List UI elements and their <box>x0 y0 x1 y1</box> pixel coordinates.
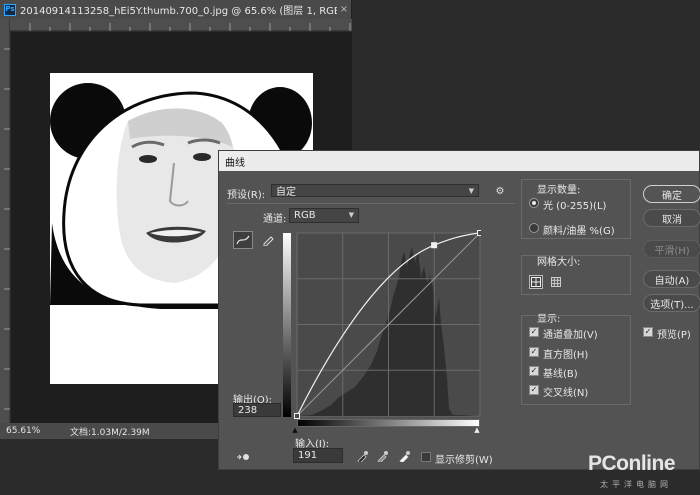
show-clipping-label: 显示修剪(W) <box>435 455 493 466</box>
white-eyedropper-icon[interactable] <box>397 449 411 463</box>
light-radio[interactable] <box>529 198 539 208</box>
intersection-line-checkbox[interactable]: ✓ <box>529 385 539 395</box>
input-gradient-bar <box>297 419 480 427</box>
output-field[interactable]: 238 <box>233 403 281 417</box>
channel-value: RGB <box>294 210 316 221</box>
grid-size-title: 网格大小: <box>537 257 581 268</box>
black-eyedropper-icon[interactable] <box>355 449 369 463</box>
curve-point[interactable] <box>294 413 300 419</box>
output-value: 238 <box>238 404 258 416</box>
white-point-slider[interactable]: ▲ <box>473 426 481 433</box>
curves-dialog: 曲线 预设(R): 自定 ▼ ⚙ 通道: RGB ▼ ▲ ▲ 输出(O): 23… <box>218 150 700 470</box>
pencil-icon[interactable] <box>259 231 277 249</box>
channel-label: 通道: <box>263 214 287 225</box>
black-point-slider[interactable]: ▲ <box>291 426 299 433</box>
channel-select[interactable]: RGB ▼ <box>289 208 359 223</box>
preset-value: 自定 <box>276 187 296 198</box>
channel-overlays-label: 通道叠加(V) <box>543 330 598 341</box>
gear-icon[interactable]: ⚙ <box>493 186 507 198</box>
simple-grid-icon[interactable] <box>529 275 543 289</box>
auto-button[interactable]: 自动(A) <box>643 270 700 288</box>
show-clipping-checkbox[interactable] <box>421 452 431 462</box>
vertical-ruler[interactable] <box>0 19 10 423</box>
close-icon[interactable]: × <box>337 4 351 15</box>
pconline-watermark: PConline <box>588 452 676 475</box>
pconline-watermark-subtitle: 太平洋电脑网 <box>600 480 672 489</box>
options-button[interactable]: 选项(T)... <box>643 294 700 312</box>
gray-eyedropper-icon[interactable] <box>375 449 389 463</box>
channel-overlays-checkbox[interactable]: ✓ <box>529 327 539 337</box>
detailed-grid-icon[interactable] <box>549 275 563 289</box>
targeted-adjustment-hand-icon[interactable] <box>235 451 251 463</box>
preset-select[interactable]: 自定 ▼ <box>271 184 479 198</box>
document-title: 20140914113258_hEi5Y.thumb.700_0.jpg @ 6… <box>20 6 337 17</box>
output-gradient-bar <box>283 233 291 417</box>
pigment-option-label: 颜料/油墨 %(G) <box>543 226 615 237</box>
curve-edit-tool-icon[interactable] <box>233 231 253 249</box>
baseline-label: 基线(B) <box>543 369 578 380</box>
curve-point[interactable] <box>477 230 482 236</box>
input-value: 191 <box>298 450 318 461</box>
photoshop-window: Ps 20140914113258_hEi5Y.thumb.700_0.jpg … <box>0 0 700 495</box>
curves-graph[interactable] <box>281 227 481 421</box>
photoshop-logo-icon: Ps <box>4 3 16 16</box>
show-title: 显示: <box>537 314 561 325</box>
chevron-down-icon: ▼ <box>348 211 354 219</box>
histogram-label: 直方图(H) <box>543 350 589 361</box>
preset-label: 预设(R): <box>227 190 266 201</box>
cancel-button[interactable]: 取消 <box>643 209 700 227</box>
dialog-title: 曲线 <box>225 157 245 169</box>
input-field[interactable]: 191 <box>293 448 343 463</box>
pigment-radio[interactable] <box>529 223 539 233</box>
dialog-titlebar[interactable]: 曲线 <box>219 151 699 171</box>
baseline-checkbox[interactable]: ✓ <box>529 366 539 376</box>
intersection-line-label: 交叉线(N) <box>543 388 589 399</box>
chevron-down-icon: ▼ <box>468 187 474 195</box>
separator <box>227 203 515 204</box>
ok-button[interactable]: 确定 <box>643 185 700 203</box>
preview-label: 预览(P) <box>657 330 691 341</box>
document-tab[interactable]: Ps 20140914113258_hEi5Y.thumb.700_0.jpg … <box>0 0 352 19</box>
empty-panel-area <box>352 0 700 150</box>
smooth-button[interactable]: 平滑(H) <box>643 240 700 258</box>
show-amount-title: 显示数量: <box>537 185 581 196</box>
preview-checkbox[interactable]: ✓ <box>643 327 653 337</box>
curve-point[interactable] <box>431 242 438 249</box>
light-option-label: 光 (0-255)(L) <box>543 201 607 212</box>
horizontal-ruler[interactable] <box>10 19 352 31</box>
zoom-level[interactable]: 65.61% <box>6 426 52 436</box>
histogram-checkbox[interactable]: ✓ <box>529 347 539 357</box>
